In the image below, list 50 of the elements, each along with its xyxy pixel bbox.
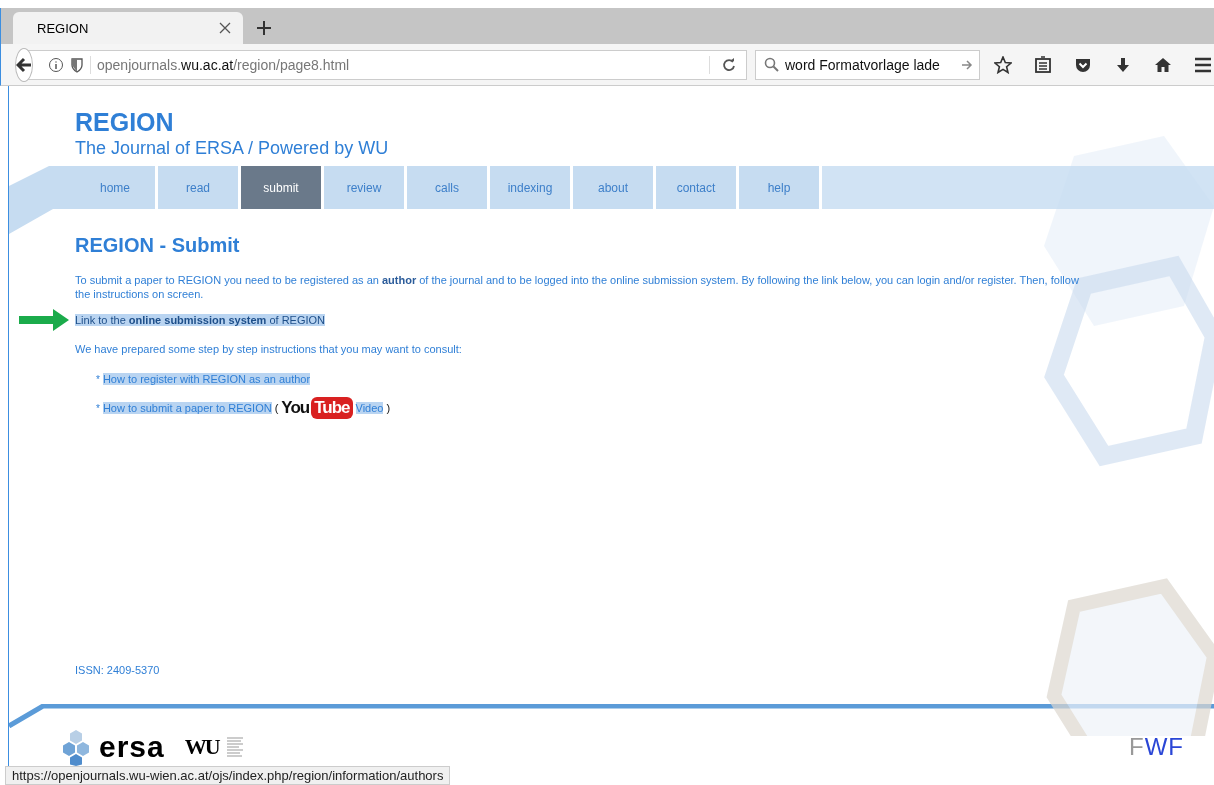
menu-icon[interactable]	[1194, 56, 1212, 73]
nav-tab[interactable]: contact	[656, 166, 736, 209]
bullet: *	[96, 373, 100, 385]
parenthesis: )	[386, 402, 391, 414]
search-icon	[764, 57, 779, 72]
reload-icon[interactable]	[722, 57, 736, 72]
nav-tab[interactable]: indexing	[490, 166, 570, 209]
hexagons-logo-icon	[61, 728, 91, 766]
issn-text: ISSN: 2409-5370	[75, 664, 160, 676]
search-bar[interactable]: word Formatvorlage lade	[755, 49, 980, 80]
nav-tab[interactable]: submit	[241, 166, 321, 209]
nav-tab[interactable]: about	[573, 166, 653, 209]
nav-tab[interactable]: calls	[407, 166, 487, 209]
download-icon[interactable]	[1114, 55, 1132, 74]
close-icon[interactable]	[219, 22, 231, 34]
nav-tab[interactable]: help	[739, 166, 819, 209]
nav-tab[interactable]: review	[324, 166, 404, 209]
url-text: openjournals.wu.ac.at/region/page8.html	[97, 56, 350, 73]
arrow-icon	[19, 309, 69, 331]
wu-logo[interactable]: WU	[184, 734, 219, 760]
site-subtitle: The Journal of ERSA / Powered by WU	[75, 137, 390, 160]
fwf-logo[interactable]: FWF	[1129, 733, 1184, 761]
tab-title: REGION	[37, 20, 89, 36]
band-slant-decoration	[9, 166, 75, 236]
instructions-intro: We have prepared some step by step instructions that you may want to consult:	[75, 343, 463, 355]
site-title[interactable]: REGION	[75, 108, 1214, 136]
bookmark-star-icon[interactable]	[994, 55, 1012, 74]
new-tab-icon[interactable]	[257, 21, 271, 35]
fine-print-icon	[226, 736, 245, 758]
bullet: *	[96, 402, 100, 414]
address-bar[interactable]: openjournals.wu.ac.at/region/page8.html	[27, 49, 747, 80]
ersa-logo[interactable]: ersa	[99, 732, 165, 762]
home-icon[interactable]	[1154, 55, 1172, 74]
submission-link[interactable]: Link to the online submission system of REGION	[75, 314, 326, 326]
info-icon[interactable]	[48, 56, 64, 73]
instruction-link[interactable]: How to submit a paper to REGION	[102, 402, 272, 414]
video-link[interactable]: Video	[355, 402, 384, 414]
nav-tab[interactable]: home	[75, 166, 155, 209]
status-bar-url: https://openjournals.wu-wien.ac.at/ojs/index.php/region/information/authors	[5, 766, 451, 785]
back-arrow-icon[interactable]	[16, 56, 32, 73]
parenthesis: (	[274, 402, 279, 414]
browser-tab[interactable]: REGION	[13, 12, 243, 44]
shield-icon	[70, 56, 84, 73]
go-arrow-icon[interactable]	[961, 58, 973, 71]
instruction-link[interactable]: How to register with REGION as an author	[102, 373, 311, 385]
nav-tab[interactable]: read	[158, 166, 238, 209]
page-heading: REGION - Submit	[75, 233, 241, 257]
reading-list-icon[interactable]	[1034, 55, 1052, 74]
back-button[interactable]	[15, 47, 33, 82]
intro-paragraph: To submit a paper to REGION you need to be registered as an author of the journal and to be logged into the online submission system. By following the link below, you can login and/or register. Then, follow the instructions on screen.	[75, 273, 1080, 301]
